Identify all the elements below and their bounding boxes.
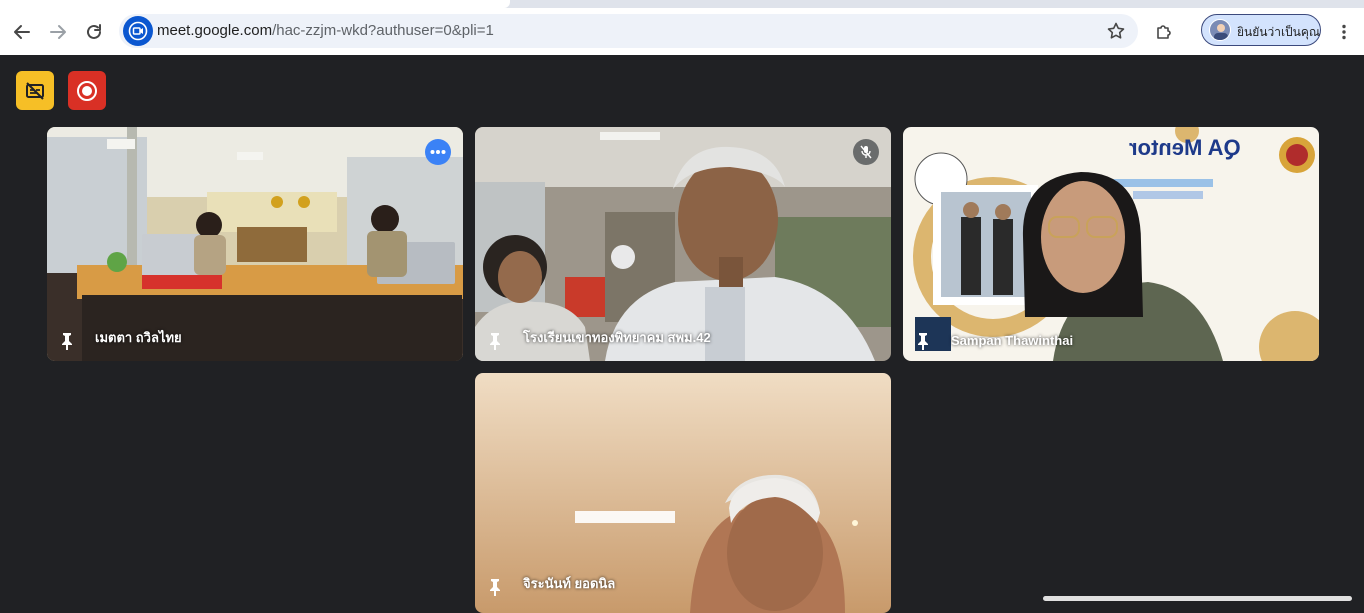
participant-tile-1[interactable]: เมตตา ถวิลไทย — [47, 127, 463, 361]
forward-button[interactable] — [44, 18, 72, 46]
participant-name: โรงเรียนเขาทองพิทยาคม สพม.42 — [523, 330, 711, 345]
profile-chip[interactable]: ยินยันว่าเป็นคุณ — [1201, 14, 1321, 46]
participant-tile-2[interactable]: โรงเรียนเขาทองพิทยาคม สพม.42 — [475, 127, 891, 361]
participant-name: Sampan Thawinthai — [951, 333, 1074, 348]
horizontal-scrollbar[interactable] — [1043, 596, 1352, 601]
recording-button[interactable] — [68, 71, 106, 110]
address-bar[interactable]: meet.google.com/hac-zzjm-wkd?authuser=0&… — [119, 14, 1138, 48]
muted-indicator — [853, 139, 879, 165]
url-host: meet.google.com — [157, 22, 273, 39]
arrow-right-icon — [50, 25, 66, 39]
reload-button[interactable] — [80, 18, 108, 46]
extensions-button[interactable] — [1150, 18, 1178, 46]
arrow-left-icon — [14, 25, 30, 39]
meet-video-icon — [128, 21, 148, 41]
more-horizontal-icon — [430, 150, 446, 154]
back-button[interactable] — [8, 18, 36, 46]
tab-strip — [0, 0, 1364, 8]
star-icon — [1107, 22, 1125, 39]
video-feed — [903, 127, 1319, 361]
captions-off-button[interactable] — [16, 71, 54, 110]
participant-tile-3[interactable]: QA Mentor Sampan Thawinthai — [903, 127, 1319, 361]
url-text: meet.google.com/hac-zzjm-wkd?authuser=0&… — [157, 22, 494, 39]
menu-button[interactable] — [1330, 18, 1358, 46]
pin-icon[interactable] — [485, 331, 505, 351]
pin-icon[interactable] — [913, 331, 933, 351]
captions-off-icon — [26, 81, 44, 100]
more-options-button[interactable] — [425, 139, 451, 165]
pin-icon[interactable] — [485, 577, 505, 597]
browser-toolbar: meet.google.com/hac-zzjm-wkd?authuser=0&… — [0, 8, 1364, 55]
participant-name: เมตตา ถวิลไทย — [95, 330, 182, 345]
banner-title: QA Mentor — [1129, 135, 1241, 160]
profile-label: ยินยันว่าเป็นคุณ — [1237, 25, 1321, 39]
reload-icon — [87, 24, 101, 39]
profile-avatar-icon — [1214, 24, 1228, 40]
video-feed — [475, 127, 891, 361]
avatar — [1209, 19, 1231, 41]
site-info-button[interactable] — [123, 16, 153, 46]
bookmark-button[interactable] — [1106, 21, 1126, 41]
pin-icon[interactable] — [57, 331, 77, 351]
kebab-menu-icon — [1342, 24, 1346, 40]
active-tab[interactable] — [0, 0, 510, 8]
record-icon — [77, 80, 97, 101]
mic-off-icon — [860, 145, 872, 159]
participant-tile-4[interactable]: จิระนันท์ ยอดนิล — [475, 373, 891, 613]
video-feed — [47, 127, 463, 361]
participant-name: จิระนันท์ ยอดนิล — [523, 576, 616, 591]
inactive-tab-area[interactable] — [520, 0, 1364, 8]
puzzle-icon — [1157, 25, 1171, 39]
url-path: /hac-zzjm-wkd?authuser=0&pli=1 — [272, 22, 494, 39]
